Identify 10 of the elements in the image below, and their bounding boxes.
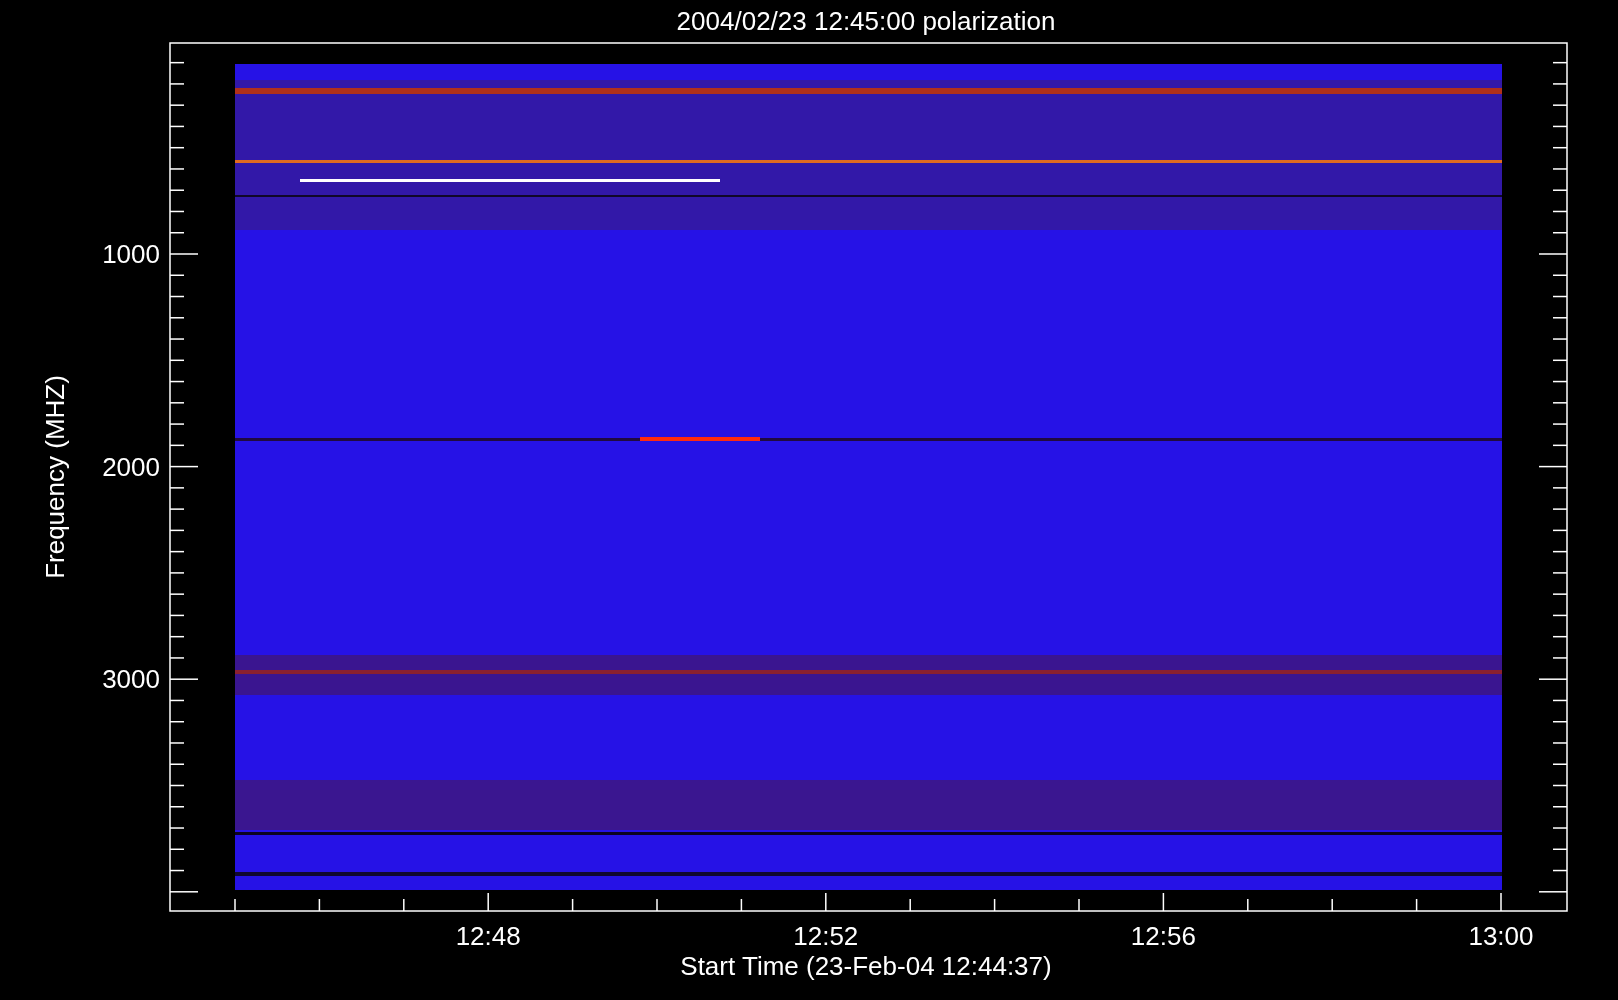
x-axis-label: Start Time (23-Feb-04 12:44:37) <box>680 951 1052 981</box>
x-tick-label: 12:48 <box>455 921 521 951</box>
y-tick-label: 2000 <box>102 451 160 482</box>
y-tick-label: 1000 <box>102 239 160 269</box>
y-tick-label: 3000 <box>102 664 160 695</box>
x-tick-label: 12:52 <box>793 921 859 951</box>
x-tick-label: 13:00 <box>1468 921 1534 951</box>
chart-title: 2004/02/23 12:45:00 polarization <box>676 6 1056 36</box>
y-axis-label: Frequency (MHZ) <box>40 375 70 579</box>
x-tick-label: 12:56 <box>1130 921 1196 951</box>
